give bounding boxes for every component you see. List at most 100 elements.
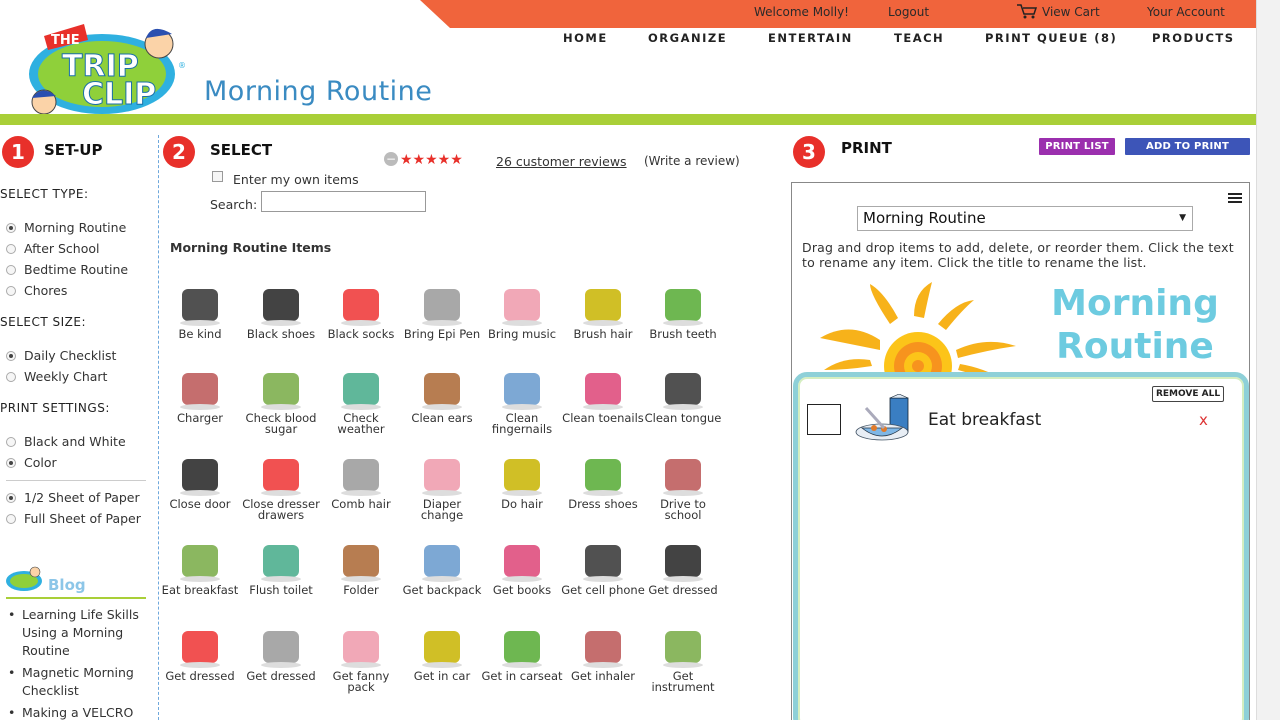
item-tile[interactable]: Get in carseat (480, 625, 564, 682)
item-picture-icon (494, 625, 550, 669)
radio-icon[interactable] (6, 458, 16, 468)
item-tile[interactable]: Get fanny pack (319, 625, 403, 693)
item-tile[interactable]: Get instrument (641, 625, 725, 693)
radio-icon[interactable] (6, 265, 16, 275)
nav-organize[interactable]: ORGANIZE (648, 31, 727, 45)
item-tile[interactable]: Clean toenails (561, 367, 645, 424)
items-heading: Morning Routine Items (170, 240, 332, 255)
remove-all-button[interactable]: REMOVE ALL (1152, 386, 1224, 402)
radio-daily-checklist[interactable]: Daily Checklist (6, 348, 116, 363)
item-tile[interactable]: Black shoes (239, 283, 323, 340)
blog-heading[interactable]: Blog (48, 576, 86, 594)
item-tile[interactable]: Eat breakfast (158, 539, 242, 596)
write-review-link[interactable]: (Write a review) (644, 154, 740, 168)
radio-bedtime-routine[interactable]: Bedtime Routine (6, 262, 128, 277)
item-tile[interactable]: Check blood sugar (239, 367, 323, 435)
item-tile[interactable]: Get cell phone (561, 539, 645, 596)
item-tile[interactable]: Get books (480, 539, 564, 596)
item-picture-icon (333, 283, 389, 327)
item-tile[interactable]: Brush hair (561, 283, 645, 340)
own-items-checkbox[interactable] (212, 171, 223, 182)
nav-print-queue[interactable]: PRINT QUEUE (8) (985, 31, 1117, 45)
item-picture-icon (575, 625, 631, 669)
hamburger-menu-icon[interactable] (1228, 189, 1242, 203)
item-tile[interactable]: Close door (158, 453, 242, 510)
item-tile[interactable]: Get dressed (158, 625, 242, 682)
item-tile[interactable]: Folder (319, 539, 403, 596)
item-picture-icon (333, 367, 389, 411)
rating-stars[interactable]: − ★★★★★ (384, 152, 463, 168)
radio-icon[interactable] (6, 514, 16, 524)
item-label: Clean ears (411, 411, 473, 425)
radio-icon[interactable] (6, 223, 16, 233)
blog-link[interactable]: Learning Life Skills Using a Morning Rou… (6, 606, 151, 660)
radio-black-white[interactable]: Black and White (6, 434, 126, 449)
account-link[interactable]: Your Account (1147, 5, 1225, 19)
nav-teach[interactable]: TEACH (894, 31, 944, 45)
item-tile[interactable]: Diaper change (400, 453, 484, 521)
radio-color[interactable]: Color (6, 455, 57, 470)
logo-clip: CLIP (82, 77, 156, 112)
item-tile[interactable]: Brush teeth (641, 283, 725, 340)
cart-icon[interactable] (1016, 3, 1038, 23)
customer-reviews-link[interactable]: 26 customer reviews (496, 154, 627, 169)
item-tile[interactable]: Check weather (319, 367, 403, 435)
item-tile[interactable]: Dress shoes (561, 453, 645, 510)
select-type-heading: SELECT TYPE: (0, 187, 89, 201)
item-tile[interactable]: Bring Epi Pen (400, 283, 484, 340)
item-tile[interactable]: Charger (158, 367, 242, 424)
radio-icon[interactable] (6, 372, 16, 382)
item-tile[interactable]: Be kind (158, 283, 242, 340)
radio-icon[interactable] (6, 244, 16, 254)
item-tile[interactable]: Close dresser drawers (239, 453, 323, 521)
radio-after-school[interactable]: After School (6, 241, 100, 256)
radio-chores[interactable]: Chores (6, 283, 67, 298)
radio-full-sheet[interactable]: Full Sheet of Paper (6, 511, 141, 526)
search-input[interactable] (261, 191, 426, 212)
trip-clip-logo[interactable]: THE TRIP CLIP ® (24, 16, 189, 120)
item-tile[interactable]: Bring music (480, 283, 564, 340)
checklist-item-text[interactable]: Eat breakfast (928, 410, 1041, 430)
item-tile[interactable]: Get dressed (239, 625, 323, 682)
radio-morning-routine[interactable]: Morning Routine (6, 220, 126, 235)
radio-icon[interactable] (6, 493, 16, 503)
step-1-badge: 1 (2, 136, 34, 168)
item-label: Bring music (487, 327, 557, 341)
item-tile[interactable]: Do hair (480, 453, 564, 510)
item-picture-icon (494, 283, 550, 327)
blog-link[interactable]: Making a VELCRO (6, 704, 151, 720)
select-size-heading: SELECT SIZE: (0, 315, 86, 329)
radio-icon[interactable] (6, 437, 16, 447)
blog-link[interactable]: Magnetic Morning Checklist (6, 664, 151, 700)
list-dropdown[interactable]: Morning Routine ▼ (857, 206, 1193, 231)
radio-icon[interactable] (6, 286, 16, 296)
item-tile[interactable]: Drive to school (641, 453, 725, 521)
radio-weekly-chart[interactable]: Weekly Chart (6, 369, 107, 384)
add-to-print-queue-button[interactable]: ADD TO PRINT QUEUE (1125, 138, 1250, 169)
breakfast-icon[interactable] (852, 393, 914, 444)
radio-icon[interactable] (6, 351, 16, 361)
item-tile[interactable]: Get in car (400, 625, 484, 682)
item-tile[interactable]: Get backpack (400, 539, 484, 596)
item-picture-icon (494, 539, 550, 583)
item-tile[interactable]: Clean tongue (641, 367, 725, 424)
item-tile[interactable]: Black socks (319, 283, 403, 340)
view-cart-link[interactable]: View Cart (1042, 5, 1100, 19)
nav-home[interactable]: HOME (563, 31, 608, 45)
nav-entertain[interactable]: ENTERTAIN (768, 31, 853, 45)
radio-half-sheet[interactable]: 1/2 Sheet of Paper (6, 490, 140, 505)
chart-title[interactable]: Morning Routine (1030, 282, 1240, 368)
print-list-button[interactable]: PRINT LIST (1039, 138, 1115, 155)
item-picture-icon (414, 283, 470, 327)
item-tile[interactable]: Get dressed (641, 539, 725, 596)
item-tile[interactable]: Clean fingernails (480, 367, 564, 435)
item-tile[interactable]: Clean ears (400, 367, 484, 424)
logo-the: THE (51, 33, 80, 48)
nav-products[interactable]: PRODUCTS (1152, 31, 1235, 45)
logout-link[interactable]: Logout (888, 5, 929, 19)
item-label: Black shoes (246, 327, 316, 341)
item-tile[interactable]: Flush toilet (239, 539, 323, 596)
remove-item-icon[interactable]: x (1199, 411, 1208, 429)
item-tile[interactable]: Comb hair (319, 453, 403, 510)
item-tile[interactable]: Get inhaler (561, 625, 645, 682)
